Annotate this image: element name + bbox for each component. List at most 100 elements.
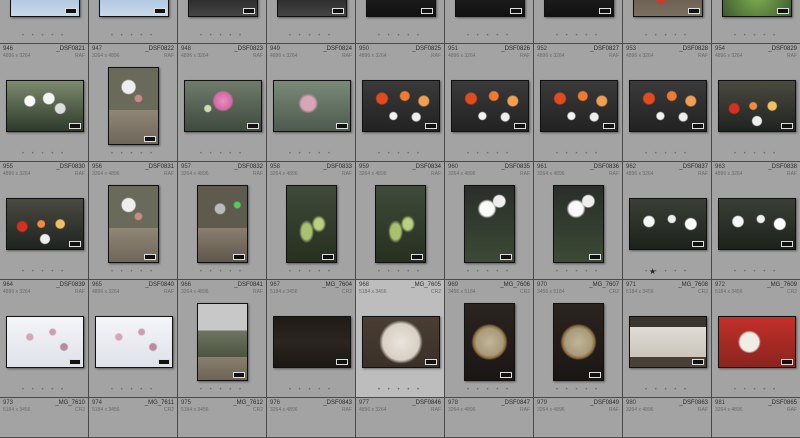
grid-cell[interactable]: 962 _DSF0837 4896 x 3264 RAF • • • • • ★ <box>623 162 712 280</box>
rating-dots[interactable]: • • • • • <box>89 33 177 39</box>
grid-cell[interactable]: • • • • • <box>89 0 178 44</box>
edit-badge-icon[interactable] <box>425 359 437 365</box>
grid-cell[interactable]: • • • • • <box>178 0 267 44</box>
grid-cell[interactable]: 977 _DSF0846 4896 x 3264 RAF <box>356 398 445 438</box>
grid-cell[interactable]: 966 _DSF0841 3264 x 4896 RAF • • • • • <box>178 280 267 398</box>
grid-cell[interactable]: 970 _MG_7607 3456 x 5184 CR2 • • • • • <box>534 280 623 398</box>
edit-badge-icon[interactable] <box>781 359 793 365</box>
photo-thumbnail[interactable] <box>6 316 84 368</box>
photo-thumbnail[interactable] <box>99 0 169 17</box>
rating-dots[interactable]: • • • • • <box>178 269 266 275</box>
rating-dots[interactable]: • • • • • <box>623 151 711 157</box>
grid-cell[interactable]: 973 _MG_7610 5184 x 3456 CR2 <box>0 398 89 438</box>
rating-dots[interactable]: • • • • • <box>0 33 88 39</box>
grid-cell[interactable]: • • • • • <box>356 0 445 44</box>
grid-cell[interactable]: • • • • • <box>623 0 712 44</box>
rating-dots[interactable]: • • • • • <box>534 387 622 393</box>
photo-thumbnail[interactable] <box>95 316 173 368</box>
grid-cell[interactable]: • • • • • <box>534 0 623 44</box>
edit-badge-icon[interactable] <box>322 254 334 260</box>
grid-cell[interactable]: 968 _MG_7605 5184 x 3456 CR2 • • • • • <box>356 280 445 398</box>
edit-badge-icon[interactable] <box>154 8 166 14</box>
rating-dots[interactable]: • • • • • <box>623 269 711 275</box>
grid-cell[interactable]: 980 _DSF0863 3264 x 4896 RAF <box>623 398 712 438</box>
rating-dots[interactable]: • • • • • <box>712 269 800 275</box>
rating-dots[interactable]: • • • • • <box>267 151 355 157</box>
grid-cell[interactable]: 953 _DSF0828 4896 x 3264 RAF • • • • • <box>623 44 712 162</box>
photo-thumbnail[interactable] <box>451 80 529 132</box>
photo-thumbnail[interactable] <box>540 80 618 132</box>
edit-badge-icon[interactable] <box>425 123 437 129</box>
grid-cell[interactable]: 961 _DSF0836 3264 x 4896 RAF • • • • • <box>534 162 623 280</box>
rating-dots[interactable]: • • • • • <box>267 387 355 393</box>
grid-cell[interactable]: 965 _DSF0840 4896 x 3264 RAF • • • • • <box>89 280 178 398</box>
photo-thumbnail[interactable] <box>553 303 604 381</box>
grid-cell[interactable]: 959 _DSF0834 3264 x 4896 RAF • • • • • <box>356 162 445 280</box>
rating-dots[interactable]: • • • • • <box>356 269 444 275</box>
edit-badge-icon[interactable] <box>69 241 81 247</box>
photo-thumbnail[interactable] <box>544 0 614 17</box>
grid-cell[interactable]: • • • • • <box>267 0 356 44</box>
edit-badge-icon[interactable] <box>332 8 344 14</box>
photo-thumbnail[interactable] <box>718 198 796 250</box>
edit-badge-icon[interactable] <box>589 254 601 260</box>
rating-dots[interactable]: • • • • • <box>89 387 177 393</box>
photo-thumbnail[interactable] <box>362 316 440 368</box>
grid-cell[interactable]: • • • • • <box>712 0 800 44</box>
edit-badge-icon[interactable] <box>500 254 512 260</box>
photo-thumbnail[interactable] <box>277 0 347 17</box>
rating-dots[interactable]: • • • • • <box>178 151 266 157</box>
grid-cell[interactable]: 969 _MG_7606 3456 x 5184 CR2 • • • • • <box>445 280 534 398</box>
grid-cell[interactable]: 967 _MG_7604 5184 x 3456 CR2 • • • • • <box>267 280 356 398</box>
edit-badge-icon[interactable] <box>158 359 170 365</box>
photo-thumbnail[interactable] <box>366 0 436 17</box>
grid-cell[interactable]: 960 _DSF0835 3264 x 4896 RAF • • • • • <box>445 162 534 280</box>
photo-thumbnail[interactable] <box>10 0 80 17</box>
rating-dots[interactable]: • • • • • <box>356 151 444 157</box>
rating-dots[interactable]: • • • • • <box>712 387 800 393</box>
photo-thumbnail[interactable] <box>629 198 707 250</box>
rating-dots[interactable]: • • • • • <box>445 269 533 275</box>
edit-badge-icon[interactable] <box>144 136 156 142</box>
photo-thumbnail[interactable] <box>718 80 796 132</box>
edit-badge-icon[interactable] <box>421 8 433 14</box>
edit-badge-icon[interactable] <box>692 123 704 129</box>
rating-dots[interactable]: • • • • • <box>0 269 88 275</box>
grid-cell[interactable]: 964 _DSF0839 4896 x 3264 RAF • • • • • <box>0 280 89 398</box>
rating-dots[interactable]: • • • • • <box>445 151 533 157</box>
rating-dots[interactable]: • • • • • <box>356 387 444 393</box>
photo-thumbnail[interactable] <box>273 316 351 368</box>
edit-badge-icon[interactable] <box>233 254 245 260</box>
grid-cell[interactable]: 976 _DSF0843 3264 x 4896 RAF <box>267 398 356 438</box>
edit-badge-icon[interactable] <box>247 123 259 129</box>
photo-thumbnail[interactable] <box>184 80 262 132</box>
rating-dots[interactable]: • • • • • <box>623 33 711 39</box>
photo-thumbnail[interactable] <box>286 185 337 263</box>
edit-badge-icon[interactable] <box>781 241 793 247</box>
edit-badge-icon[interactable] <box>688 8 700 14</box>
rating-dots[interactable]: • • • • • <box>356 33 444 39</box>
grid-cell[interactable]: 949 _DSF0824 4896 x 3264 RAF • • • • • <box>267 44 356 162</box>
edit-badge-icon[interactable] <box>411 254 423 260</box>
photo-thumbnail[interactable] <box>108 67 159 145</box>
rating-dots[interactable]: • • • • • <box>178 33 266 39</box>
edit-badge-icon[interactable] <box>589 372 601 378</box>
grid-cell[interactable]: 950 _DSF0825 4896 x 3264 RAF • • • • • <box>356 44 445 162</box>
rating-dots[interactable]: • • • • • <box>712 33 800 39</box>
edit-badge-icon[interactable] <box>243 8 255 14</box>
grid-cell[interactable]: 948 _DSF0823 4896 x 3264 RAF • • • • • <box>178 44 267 162</box>
photo-thumbnail[interactable] <box>722 0 792 17</box>
photo-thumbnail[interactable] <box>108 185 159 263</box>
edit-badge-icon[interactable] <box>692 359 704 365</box>
grid-cell[interactable]: • • • • • <box>0 0 89 44</box>
edit-badge-icon[interactable] <box>777 8 789 14</box>
edit-badge-icon[interactable] <box>233 372 245 378</box>
edit-badge-icon[interactable] <box>599 8 611 14</box>
grid-cell[interactable]: 957 _DSF0832 3264 x 4896 RAF • • • • • <box>178 162 267 280</box>
photo-thumbnail[interactable] <box>464 303 515 381</box>
photo-thumbnail[interactable] <box>362 80 440 132</box>
grid-cell[interactable]: 951 _DSF0826 4896 x 3264 RAF • • • • • <box>445 44 534 162</box>
rating-dots[interactable]: • • • • • <box>0 387 88 393</box>
photo-thumbnail[interactable] <box>464 185 515 263</box>
rating-dots[interactable]: • • • • • <box>623 387 711 393</box>
